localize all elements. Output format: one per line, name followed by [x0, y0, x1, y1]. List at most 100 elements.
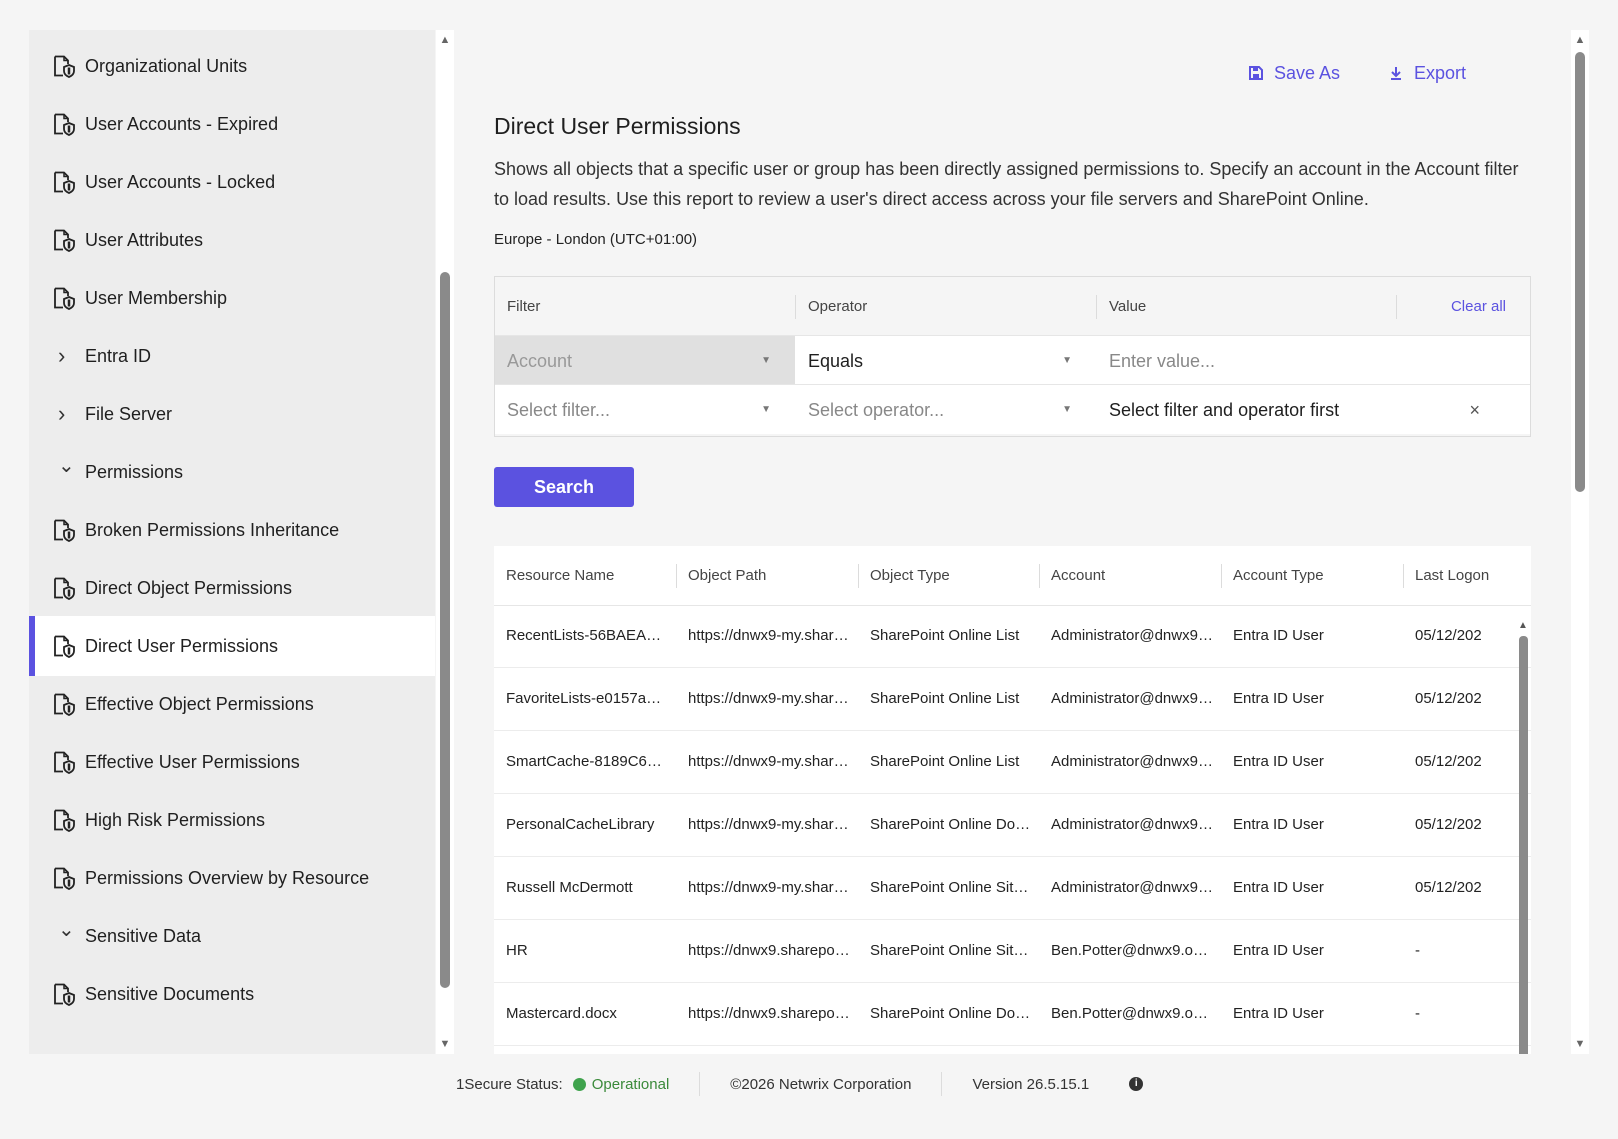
table-cell: PersonalCacheLibrary — [506, 816, 655, 833]
main-scrollbar[interactable]: ▲ ▼ — [1571, 30, 1589, 1054]
chevron-down-icon: ⌄ — [58, 919, 75, 941]
table-cell: Administrator@dnwx9.onmicrosoft.com — [1051, 690, 1221, 707]
sidebar-item[interactable]: Permissions Overview by Resource — [29, 848, 435, 908]
header-divider[interactable] — [676, 564, 677, 588]
table-cell: Entra ID User — [1233, 690, 1324, 707]
header-divider[interactable] — [1039, 564, 1040, 588]
sidebar-item[interactable]: ⌄ Sensitive Data — [29, 906, 435, 966]
table-cell: Administrator@dnwx9.onmicrosoft.com — [1051, 879, 1221, 896]
operator-select[interactable]: Equals ▼ — [796, 336, 1096, 386]
sidebar-item[interactable]: Organizational Units — [29, 36, 435, 96]
value-input[interactable]: Enter value... — [1097, 336, 1527, 386]
save-icon — [1249, 66, 1263, 80]
column-header[interactable]: Account — [1039, 546, 1105, 606]
column-header[interactable]: Object Type — [858, 546, 950, 606]
scroll-down-arrow-icon[interactable]: ▼ — [439, 1038, 451, 1050]
sidebar-item-label: Permissions — [85, 462, 184, 482]
report-icon — [53, 577, 76, 600]
table-cell: SharePoint Online List — [870, 690, 1020, 707]
table-row[interactable]: HR https://dnwx9.sharepoint.com SharePoint… — [494, 918, 1531, 983]
table-cell: SmartCache-8189C6E3-7B0A-4C — [506, 753, 676, 770]
scroll-up-arrow-icon[interactable]: ▲ — [1518, 620, 1528, 631]
sidebar-item[interactable]: Direct Object Permissions — [29, 558, 435, 618]
table-row[interactable]: RecentLists-56BAEA47-5CF4-4D88 https://dn… — [494, 603, 1531, 668]
sidebar-item[interactable]: User Attributes — [29, 210, 435, 270]
search-button[interactable]: Search — [494, 467, 634, 507]
table-row[interactable]: Mastercard.docx https://dnwx9.sharepoint.… — [494, 981, 1531, 1046]
report-icon — [53, 171, 76, 194]
table-cell: Entra ID User — [1233, 627, 1324, 644]
table-cell: Russell McDermott — [506, 879, 633, 896]
main-scroll-thumb[interactable] — [1575, 52, 1585, 492]
scroll-up-arrow-icon[interactable]: ▲ — [439, 34, 451, 46]
page-title: Direct User Permissions — [494, 113, 741, 139]
table-cell: Ben.Potter@dnwx9.onmicrosoft.com — [1051, 942, 1221, 959]
table-cell: SharePoint Online Site Collection — [870, 942, 1039, 959]
remove-filter-close-icon[interactable]: × — [1469, 385, 1480, 435]
column-header[interactable]: Object Path — [676, 546, 766, 606]
table-row[interactable]: SmartCache-8189C6E3-7B0A-4C https://dnwx9… — [494, 729, 1531, 794]
table-row[interactable]: FavoriteLists-e0157a47-4fc1-4c https://dn… — [494, 666, 1531, 731]
header-divider — [1096, 295, 1097, 319]
report-icon — [53, 287, 76, 310]
sidebar-item[interactable]: ⌄ Permissions — [29, 442, 435, 502]
chevron-right-icon: › — [58, 343, 66, 368]
table-cell: Administrator@dnwx9.onmicrosoft.com — [1051, 627, 1221, 644]
column-header[interactable]: Last Logon — [1403, 546, 1489, 606]
table-cell: https://dnwx9.sharepoint.com — [688, 942, 858, 959]
table-cell: Mastercard.docx — [506, 1005, 617, 1022]
table-scroll-thumb[interactable] — [1519, 636, 1528, 1054]
sidebar-item[interactable]: Broken Permissions Inheritance — [29, 500, 435, 560]
table-cell: Ben.Potter@dnwx9.onmicrosoft.com — [1051, 1005, 1221, 1022]
filter-select[interactable]: Select filter... ▼ — [495, 385, 795, 435]
table-cell: https://dnwx9-my.sharepoint.com — [688, 627, 858, 644]
table-cell: https://dnwx9-my.sharepoint.com — [688, 690, 858, 707]
sidebar-item[interactable]: Effective User Permissions — [29, 732, 435, 792]
status-label: 1Secure Status: — [456, 1075, 563, 1093]
scroll-down-arrow-icon[interactable]: ▼ — [1574, 1038, 1586, 1050]
filter-row: Select filter... ▼ Select operator... ▼ … — [495, 384, 1530, 434]
info-icon[interactable]: i — [1129, 1077, 1144, 1091]
table-scrollbar[interactable]: ▲ — [1517, 620, 1529, 1054]
header-divider[interactable] — [1221, 564, 1222, 588]
scroll-up-arrow-icon[interactable]: ▲ — [1574, 34, 1586, 46]
table-cell: https://dnwx9.sharepoint.com — [688, 1005, 858, 1022]
download-icon — [1391, 67, 1401, 80]
sidebar-item[interactable]: User Membership — [29, 268, 435, 328]
save-as-button[interactable]: Save As — [1248, 58, 1340, 88]
sidebar-item[interactable]: High Risk Permissions — [29, 790, 435, 850]
sidebar-item[interactable]: › Entra ID — [29, 326, 435, 386]
filter-panel: Filter Operator Value Clear all Account … — [494, 276, 1531, 437]
table-cell: SharePoint Online List — [870, 753, 1020, 770]
filter-select-value: Account — [507, 351, 573, 371]
sidebar-item[interactable]: User Accounts - Expired — [29, 94, 435, 154]
value-field-disabled: Select filter and operator first — [1109, 400, 1340, 420]
report-icon — [53, 693, 76, 716]
timezone-label: Europe - London (UTC+01:00) — [494, 231, 698, 248]
copyright: ©2026 Netwrix Corporation — [730, 1075, 912, 1093]
table-cell: https://dnwx9-my.sharepoint.com — [688, 879, 858, 896]
sidebar-item[interactable]: Effective Object Permissions — [29, 674, 435, 734]
status-ok-icon — [572, 1077, 586, 1091]
table-row[interactable]: Russell McDermott https://dnwx9-my.sharep… — [494, 855, 1531, 920]
sidebar-item[interactable]: › File Server — [29, 384, 435, 444]
table-row[interactable]: PersonalCacheLibrary https://dnwx9-my.sha… — [494, 792, 1531, 857]
sidebar-item-label: Sensitive Documents — [85, 984, 255, 1004]
footer: 1Secure Status: Operational ©2026 Netwri… — [456, 1072, 1144, 1096]
main-content: Save As Export Direct User Permissions S… — [456, 30, 1570, 1054]
sidebar-scroll-thumb[interactable] — [440, 272, 450, 988]
column-header[interactable]: Resource Name — [494, 546, 614, 606]
report-description: Shows all objects that a specific user o… — [494, 159, 1519, 209]
sidebar-item[interactable]: Direct User Permissions — [29, 616, 435, 676]
clear-all-link[interactable]: Clear all — [1451, 277, 1506, 337]
header-divider[interactable] — [1403, 564, 1404, 588]
sidebar-nav: Organizational Units User Accounts - Expi… — [29, 30, 435, 1054]
sidebar-item[interactable]: User Accounts - Locked — [29, 152, 435, 212]
operator-select[interactable]: Select operator... ▼ — [796, 385, 1096, 435]
sidebar-item[interactable]: Sensitive Documents — [29, 964, 435, 1024]
sidebar-item-label: Entra ID — [85, 346, 152, 366]
column-header[interactable]: Account Type — [1221, 546, 1324, 606]
export-button[interactable]: Export — [1388, 58, 1466, 88]
header-divider[interactable] — [858, 564, 859, 588]
sidebar-scrollbar[interactable]: ▲ ▼ — [436, 30, 454, 1054]
